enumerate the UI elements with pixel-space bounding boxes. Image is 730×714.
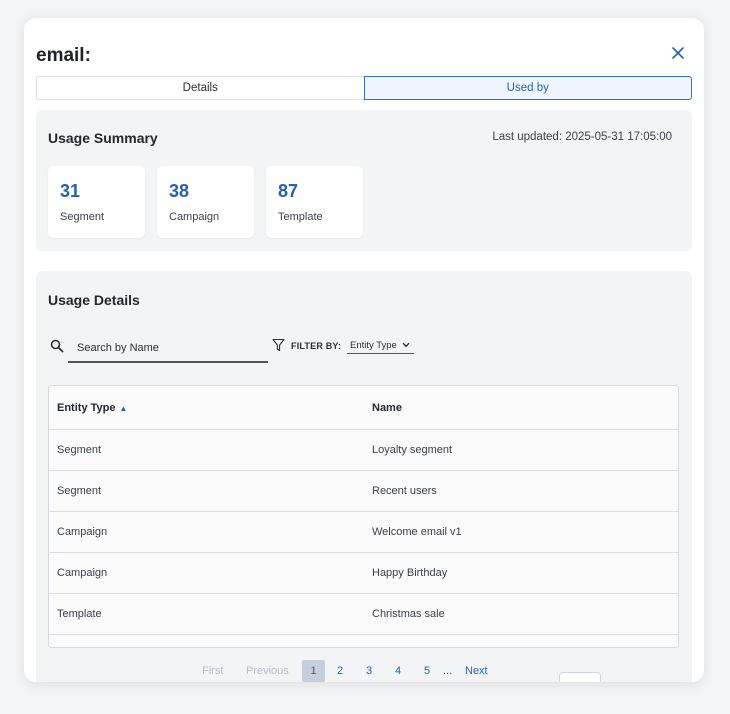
pagination-next[interactable]: Next xyxy=(465,660,488,682)
summary-card-label: Campaign xyxy=(169,211,220,223)
table-row[interactable]: Template Christmas sale xyxy=(49,594,678,635)
search-input[interactable] xyxy=(68,335,268,363)
cell-entity-type: Segment xyxy=(57,444,102,456)
cell-name: Loyalty segment xyxy=(372,444,453,456)
cell-entity-type: Campaign xyxy=(57,567,108,579)
summary-card-label: Segment xyxy=(60,211,105,223)
usage-summary-panel: Usage Summary Last updated: 2025-05-31 1… xyxy=(36,110,692,251)
filter-icon xyxy=(272,338,285,352)
pagination-page-4[interactable]: 4 xyxy=(395,660,401,682)
table-row[interactable]: Campaign Happy Birthday xyxy=(49,553,678,594)
table-row[interactable]: Segment Recent users xyxy=(49,471,678,512)
column-header-label: Entity Type xyxy=(57,401,116,414)
pagination-page-3[interactable]: 3 xyxy=(366,660,372,682)
chevron-down-icon xyxy=(402,341,410,350)
filter-select-value: Entity Type xyxy=(350,340,397,351)
summary-card-value: 38 xyxy=(169,181,190,201)
usage-modal: email: Details Used by Usage Summary Las… xyxy=(24,18,704,682)
cell-name: Recent users xyxy=(372,485,437,497)
tab-used-by[interactable]: Used by xyxy=(363,76,692,100)
summary-card-template: 87 Template xyxy=(266,166,363,238)
summary-card-campaign: 38 Campaign xyxy=(157,166,254,238)
table-row[interactable]: Campaign Welcome email v1 xyxy=(49,512,678,553)
usage-details-panel: Usage Details FILTER BY: Entity Type Ent… xyxy=(36,271,692,682)
cell-name: Welcome email v1 xyxy=(372,526,462,538)
cell-entity-type: Segment xyxy=(57,485,102,497)
summary-card-label: Template xyxy=(278,211,323,223)
modal-title: email: xyxy=(36,45,91,66)
cell-name: Happy Birthday xyxy=(372,567,448,579)
search-icon xyxy=(50,339,64,353)
close-icon[interactable] xyxy=(668,43,688,63)
usage-details-title: Usage Details xyxy=(48,292,140,308)
usage-table: Entity Type ▲ Name Segment Loyalty segmen… xyxy=(48,385,679,648)
sort-ascending-icon: ▲ xyxy=(119,403,128,413)
entity-type-filter-dropdown[interactable]: Entity Type xyxy=(347,338,414,354)
column-header-name[interactable]: Name xyxy=(372,402,402,414)
summary-card-value: 87 xyxy=(278,181,299,201)
pagination-ellipsis: ... xyxy=(443,665,453,677)
filter-by-label: FILTER BY: xyxy=(291,341,342,351)
table-row[interactable]: Segment Loyalty segment xyxy=(49,430,678,471)
pagination-page-5[interactable]: 5 xyxy=(424,660,430,682)
cell-entity-type: Template xyxy=(57,608,102,620)
cell-name: Christmas sale xyxy=(372,608,445,620)
table-header-row: Entity Type ▲ Name xyxy=(49,386,678,430)
summary-card-segment: 31 Segment xyxy=(48,166,145,238)
pagination-page-1[interactable]: 1 xyxy=(302,660,325,682)
last-updated-text: Last updated: 2025-05-31 17:05:00 xyxy=(492,131,672,143)
tab-bar: Details Used by xyxy=(36,76,692,100)
pagination-page-2[interactable]: 2 xyxy=(337,660,343,682)
usage-summary-title: Usage Summary xyxy=(48,130,158,146)
tab-details[interactable]: Details xyxy=(36,76,364,100)
summary-card-value: 31 xyxy=(60,181,81,201)
pagination-previous[interactable]: Previous xyxy=(246,660,289,682)
cell-entity-type: Campaign xyxy=(57,526,108,538)
column-header-entity-type[interactable]: Entity Type ▲ xyxy=(57,402,127,414)
page-size-select[interactable] xyxy=(559,672,601,682)
pagination-first[interactable]: First xyxy=(202,660,223,682)
